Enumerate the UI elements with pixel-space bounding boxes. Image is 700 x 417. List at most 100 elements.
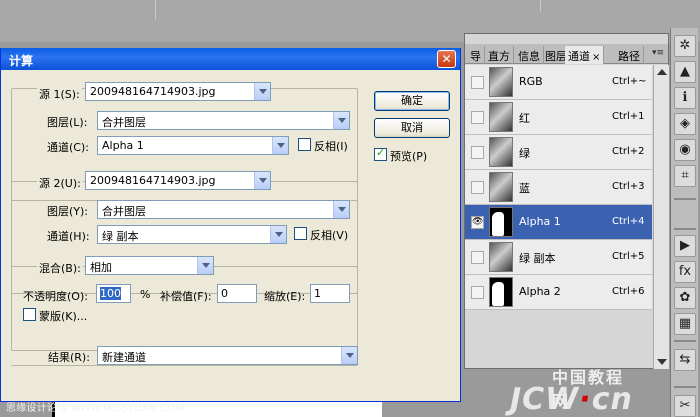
tab-info[interactable]: 信息 [515,46,544,64]
source1-file-select[interactable]: 200948164714903.jpg [85,82,271,101]
dialog-titlebar[interactable]: 计算 [1,48,460,70]
source2-label: 源 2(U): [37,175,83,191]
eye-icon[interactable] [471,146,484,159]
swatches-icon[interactable]: ✿ [674,287,696,309]
channel-row[interactable]: 蓝 Ctrl+3 [465,170,652,205]
watermark-sub: 中国教程网 [552,368,625,411]
layers-icon[interactable]: ◈ [674,113,696,135]
source1-channel-value: Alpha 1 [102,139,144,152]
channel-thumbnail [489,137,513,167]
channel-row[interactable]: 绿 Ctrl+2 [465,135,652,170]
source2-file-value: 200948164714903.jpg [90,174,216,187]
channel-name: Alpha 1 [519,215,561,228]
source1-file-value: 200948164714903.jpg [90,85,216,98]
tab-histogram[interactable]: 直方 [485,46,514,64]
eye-icon[interactable]: 👁 [471,216,484,229]
source2-layer-label: 图层(Y): [47,205,89,218]
channel-thumbnail [489,277,513,307]
styles-icon[interactable]: fx [674,261,696,283]
source2-layer-value: 合并图层 [102,205,146,218]
source1-channel-select[interactable]: Alpha 1 [97,136,289,155]
scale-input[interactable]: 1 [310,284,350,303]
grid-icon[interactable]: ▦ [674,313,696,335]
channel-name: 蓝 [519,182,530,195]
panel-scrollbar[interactable] [653,65,669,369]
history-icon[interactable]: ⇆ [674,349,696,371]
paths-icon[interactable]: ⌗ [674,165,696,187]
chevron-down-icon[interactable] [254,83,270,100]
tab-navigator[interactable]: 导 [467,46,485,64]
chevron-down-icon[interactable] [272,137,288,154]
actions-icon[interactable]: ▶ [674,235,696,257]
blend-mode-value: 相加 [90,261,112,274]
eye-icon[interactable] [471,181,484,194]
close-button[interactable]: ✕ [437,50,456,68]
blend-label: 混合(B): [37,260,83,276]
preview-checkbox[interactable] [374,146,387,161]
channel-row[interactable]: RGB Ctrl+~ [465,65,652,100]
histogram-icon[interactable]: ▲ [674,61,696,83]
source1-invert-checkbox[interactable] [298,138,311,151]
workspace-divider [540,0,541,12]
chevron-down-icon[interactable] [341,347,357,364]
eye-icon[interactable] [471,251,484,264]
info-icon[interactable]: ℹ [674,87,696,109]
toolbar-separator [674,386,696,388]
close-icon[interactable]: × [592,52,600,63]
chevron-down-icon[interactable] [333,112,349,129]
offset-label: 补偿值(F): [160,290,212,303]
toolbar-separator [674,340,696,342]
ok-button[interactable]: 确定 [374,91,450,111]
mask-label: 蒙版(K)... [39,310,88,323]
source2-invert-label: 反相(V) [310,229,349,242]
chevron-down-icon[interactable] [270,226,286,243]
tab-channels[interactable]: 通道 × [565,46,605,64]
source1-layer-select[interactable]: 合并图层 [97,111,350,130]
channel-shortcut: Ctrl+6 [612,286,645,297]
toolbar-separator [674,198,696,200]
channel-shortcut: Ctrl+5 [612,251,645,262]
mask-checkbox[interactable] [23,308,36,321]
scale-label: 缩放(E): [264,290,306,303]
channel-row[interactable]: 👁 Alpha 1 Ctrl+4 [465,205,652,240]
result-label: 结果(R): [48,351,90,364]
channel-row[interactable]: 红 Ctrl+1 [465,100,652,135]
channel-row[interactable]: Alpha 2 Ctrl+6 [465,275,652,310]
channels-icon[interactable]: ◉ [674,139,696,161]
tool-presets-icon[interactable]: ✂ [674,395,696,417]
blend-mode-select[interactable]: 相加 [85,256,214,275]
panel-menu-icon[interactable]: ▾≡ [652,48,664,58]
opacity-value: 100 [100,287,121,300]
channel-row[interactable]: 绿 副本 Ctrl+5 [465,240,652,275]
offset-value: 0 [221,287,228,300]
tab-paths[interactable]: 路径 [615,46,644,64]
channels-panel: 导 直方 信息 图层 通道 × 路径 ▾≡ RGB Ctrl+~ 红 Ctrl+1 绿 Ct… [464,33,669,369]
source2-layer-select[interactable]: 合并图层 [97,200,350,219]
source2-file-select[interactable]: 200948164714903.jpg [85,171,271,190]
opacity-input[interactable]: 100 [96,284,131,303]
channel-thumbnail [489,207,513,237]
opacity-label: 不透明度(O): [23,290,88,303]
eye-icon[interactable] [471,286,484,299]
source1-layer-label: 图层(L): [47,116,88,129]
result-value: 新建通道 [102,351,146,364]
navigator-icon[interactable]: ✲ [674,35,696,57]
scroll-up-icon[interactable] [657,69,667,75]
source2-invert-checkbox[interactable] [294,227,307,240]
scroll-down-icon[interactable] [657,359,667,365]
eye-icon[interactable] [471,111,484,124]
chevron-down-icon[interactable] [333,201,349,218]
channel-shortcut: Ctrl+4 [612,216,645,227]
offset-input[interactable]: 0 [217,284,257,303]
chevron-down-icon[interactable] [197,257,213,274]
channel-thumbnail [489,102,513,132]
channel-name: RGB [519,75,543,88]
toolbar-separator [674,228,696,230]
source1-layer-value: 合并图层 [102,116,146,129]
result-select[interactable]: 新建通道 [97,346,358,365]
workspace-divider [155,0,156,20]
chevron-down-icon[interactable] [254,172,270,189]
eye-icon[interactable] [471,76,484,89]
cancel-button[interactable]: 取消 [374,118,450,138]
source2-channel-select[interactable]: 绿 副本 [97,225,287,244]
